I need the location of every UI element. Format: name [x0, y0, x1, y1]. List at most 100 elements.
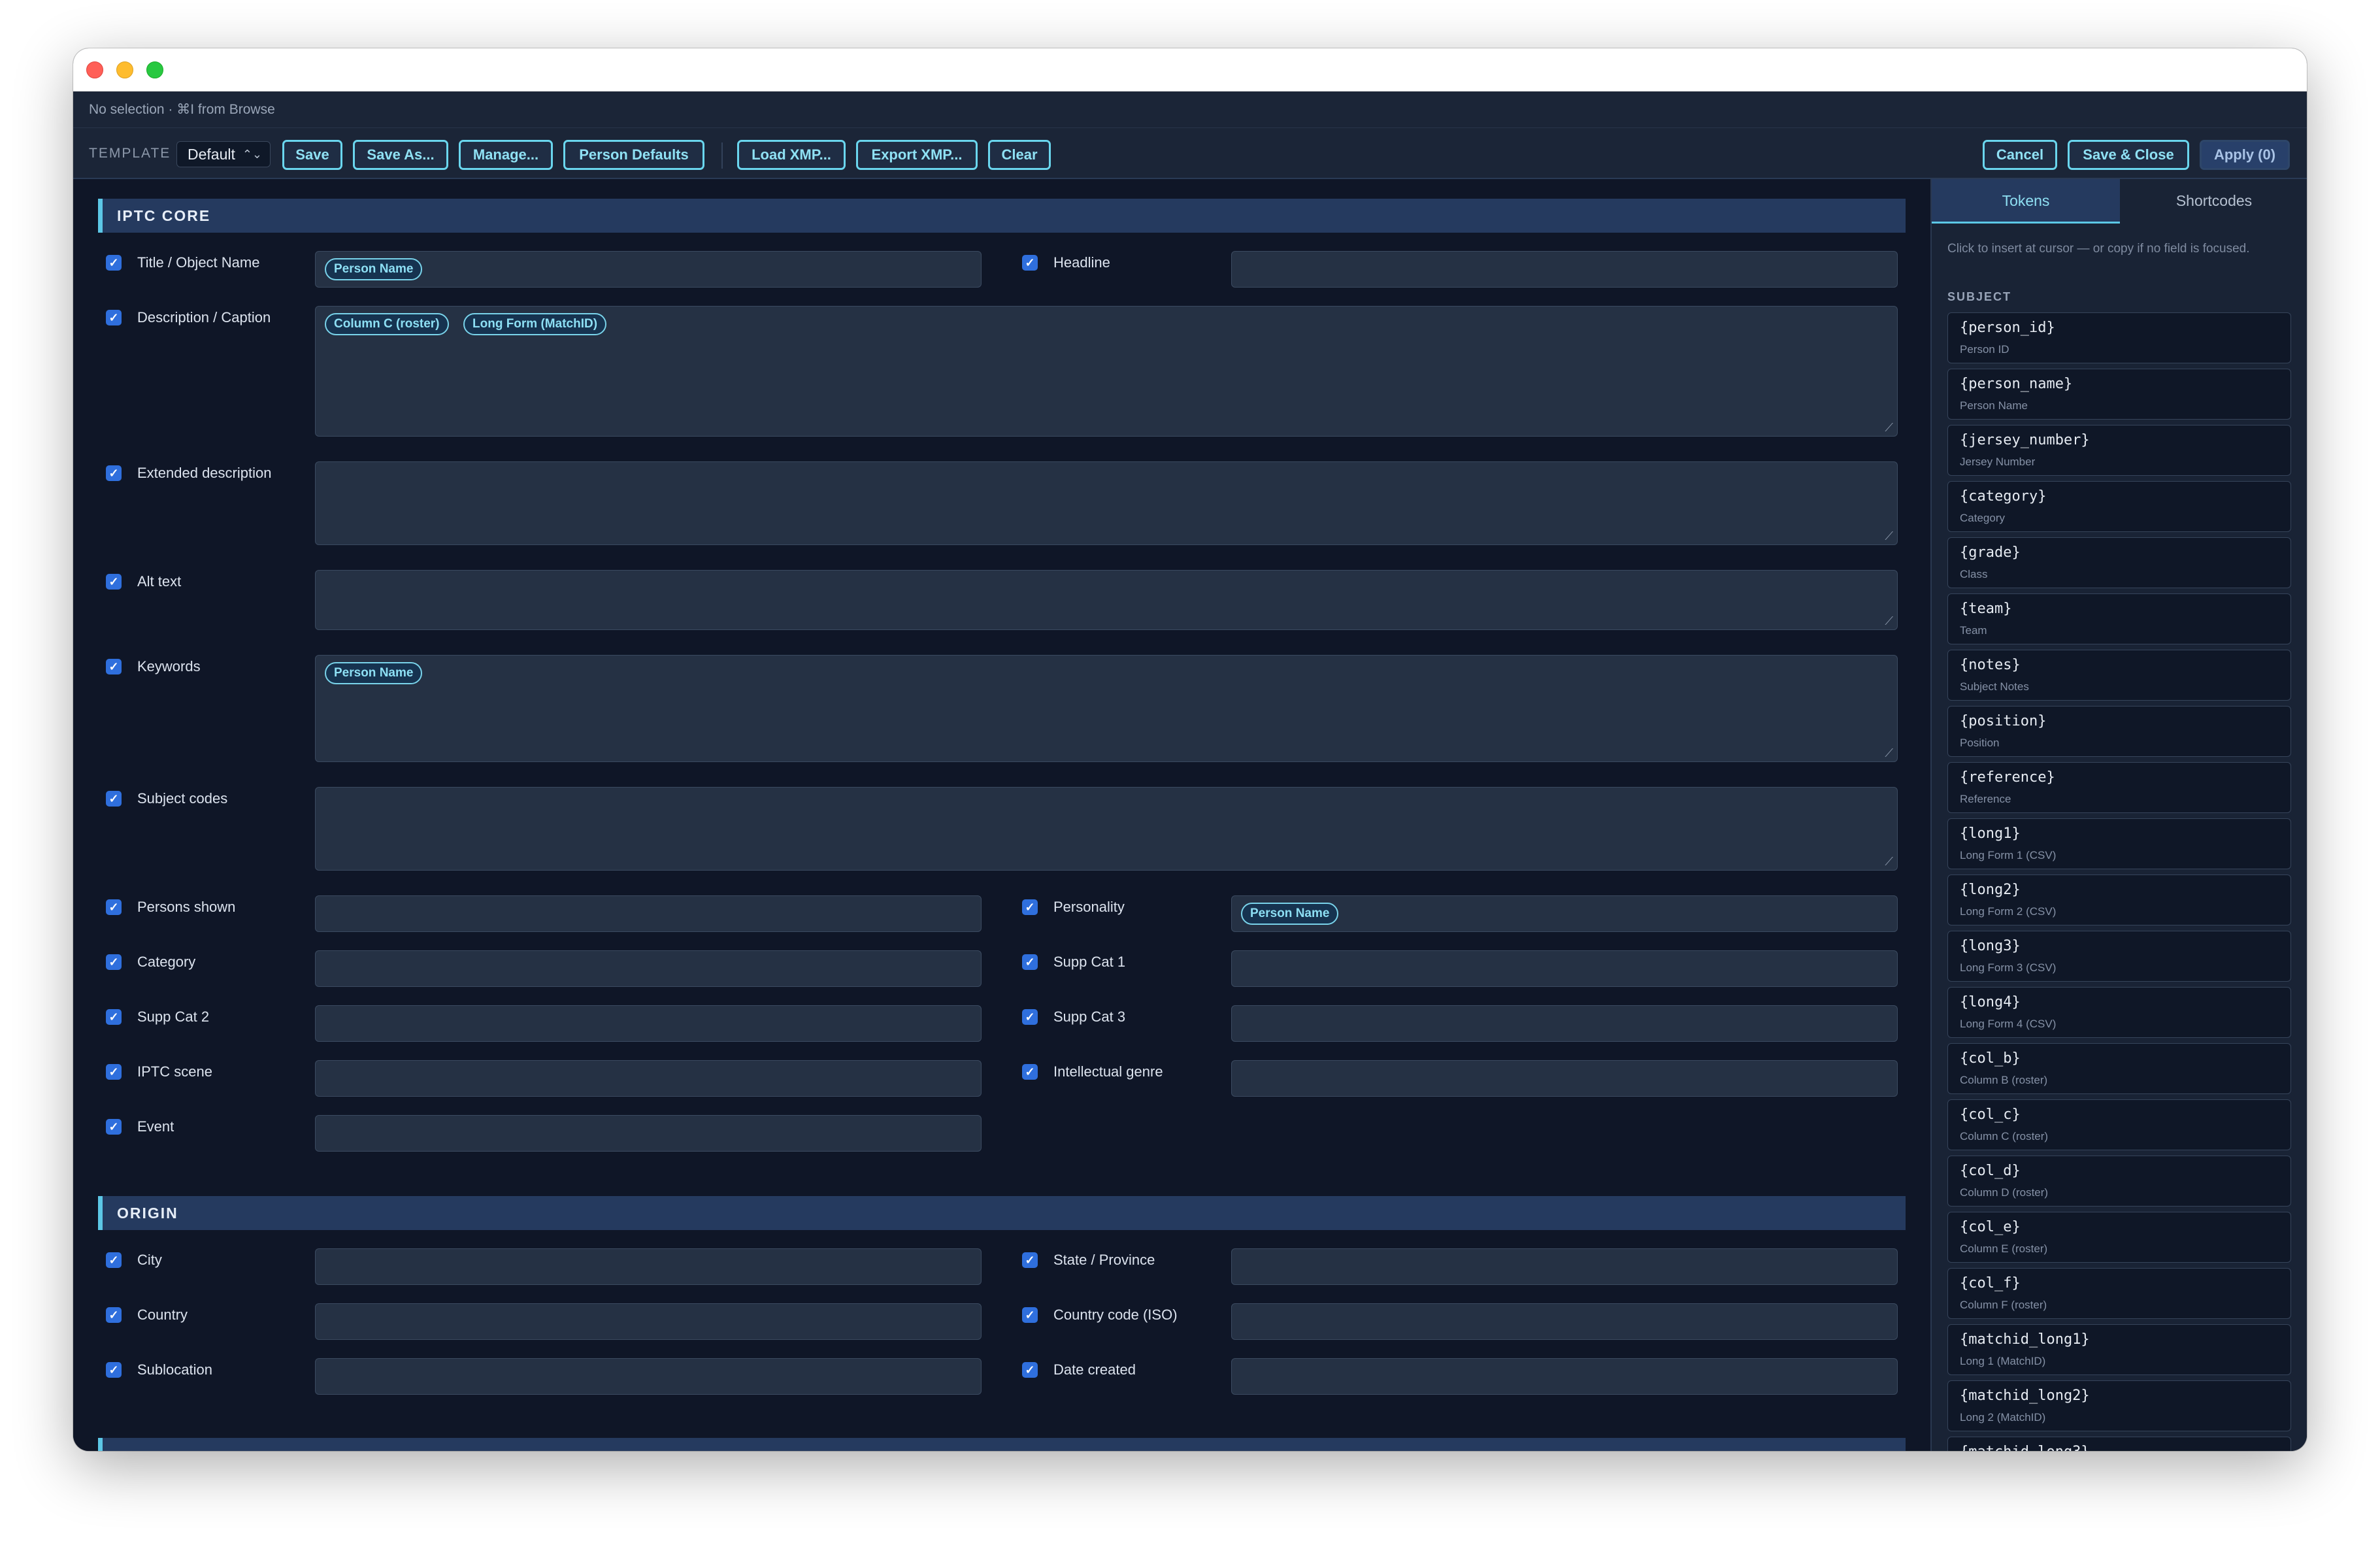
token-item[interactable]: {col_c} Column C (roster)	[1947, 1099, 2291, 1150]
sublocation-field[interactable]	[315, 1358, 982, 1395]
keywords-checkbox[interactable]: ✓	[106, 659, 122, 675]
headline-label: Headline	[1053, 254, 1110, 271]
tab-tokens[interactable]: Tokens	[1932, 179, 2120, 224]
subject-codes-checkbox[interactable]: ✓	[106, 791, 122, 807]
country-checkbox[interactable]: ✓	[106, 1307, 122, 1323]
token-item[interactable]: {team} Team	[1947, 593, 2291, 644]
date-created-label: Date created	[1053, 1361, 1136, 1378]
zoom-window-button[interactable]	[146, 61, 163, 78]
token-item[interactable]: {col_d} Column D (roster)	[1947, 1156, 2291, 1207]
extended-description-checkbox[interactable]: ✓	[106, 465, 122, 481]
alt-text-field[interactable]: ⟋	[315, 570, 1898, 630]
person-defaults-button[interactable]: Person Defaults	[563, 140, 704, 170]
headline-field[interactable]	[1231, 251, 1898, 288]
token-item[interactable]: {long3} Long Form 3 (CSV)	[1947, 931, 2291, 982]
token-item[interactable]: {long1} Long Form 1 (CSV)	[1947, 818, 2291, 869]
country-code-field[interactable]	[1231, 1303, 1898, 1340]
supp-cat-2-checkbox[interactable]: ✓	[106, 1009, 122, 1025]
supp-cat-1-checkbox[interactable]: ✓	[1022, 954, 1038, 970]
date-created-checkbox[interactable]: ✓	[1022, 1362, 1038, 1378]
resize-grip-icon[interactable]: ⟋	[1885, 856, 1893, 867]
token-chip[interactable]: Person Name	[325, 258, 423, 280]
token-description: Jersey Number	[1960, 456, 2036, 468]
token-code: {matchid_long1}	[1960, 1331, 2090, 1348]
token-item[interactable]: {long4} Long Form 4 (CSV)	[1947, 987, 2291, 1038]
token-chip[interactable]: Person Name	[325, 662, 423, 684]
token-item[interactable]: {col_f} Column F (roster)	[1947, 1268, 2291, 1319]
resize-grip-icon[interactable]: ⟋	[1885, 747, 1893, 759]
city-checkbox[interactable]: ✓	[106, 1252, 122, 1268]
manage-button[interactable]: Manage...	[459, 140, 553, 170]
token-item[interactable]: {long2} Long Form 2 (CSV)	[1947, 874, 2291, 925]
token-item[interactable]: {category} Category	[1947, 481, 2291, 532]
personality-checkbox[interactable]: ✓	[1022, 899, 1038, 915]
token-item[interactable]: {jersey_number} Jersey Number	[1947, 425, 2291, 476]
token-chip[interactable]: Person Name	[1241, 903, 1339, 925]
token-item[interactable]: {grade} Class	[1947, 537, 2291, 588]
supp-cat-3-checkbox[interactable]: ✓	[1022, 1009, 1038, 1025]
sublocation-checkbox[interactable]: ✓	[106, 1362, 122, 1378]
city-field[interactable]	[315, 1248, 982, 1285]
intellectual-genre-field[interactable]	[1231, 1060, 1898, 1097]
metadata-form[interactable]: IPTC CORE ✓ Title / Object Name Person N…	[73, 179, 1929, 1451]
cancel-button[interactable]: Cancel	[1983, 140, 2057, 170]
token-item[interactable]: {notes} Subject Notes	[1947, 650, 2291, 701]
description-checkbox[interactable]: ✓	[106, 310, 122, 325]
category-label: Category	[137, 954, 196, 970]
resize-grip-icon[interactable]: ⟋	[1885, 422, 1893, 433]
token-item[interactable]: {matchid_long1} Long 1 (MatchID)	[1947, 1324, 2291, 1375]
resize-grip-icon[interactable]: ⟋	[1885, 615, 1893, 627]
token-chip[interactable]: Column C (roster)	[325, 313, 449, 335]
country-field[interactable]	[315, 1303, 982, 1340]
resize-grip-icon[interactable]: ⟋	[1885, 530, 1893, 542]
date-created-field[interactable]	[1231, 1358, 1898, 1395]
close-window-button[interactable]	[86, 61, 103, 78]
supp-cat-1-field[interactable]	[1231, 950, 1898, 987]
tab-shortcodes[interactable]: Shortcodes	[2120, 179, 2307, 224]
state-checkbox[interactable]: ✓	[1022, 1252, 1038, 1268]
keywords-field[interactable]: Person Name ⟋	[315, 655, 1898, 762]
country-code-checkbox[interactable]: ✓	[1022, 1307, 1038, 1323]
state-field[interactable]	[1231, 1248, 1898, 1285]
save-as-button[interactable]: Save As...	[353, 140, 448, 170]
template-select[interactable]: Default ⌃⌄	[176, 141, 271, 167]
description-field[interactable]: Column C (roster) Long Form (MatchID) ⟋	[315, 306, 1898, 437]
iptc-scene-checkbox[interactable]: ✓	[106, 1064, 122, 1080]
token-item[interactable]: {person_name} Person Name	[1947, 369, 2291, 420]
token-item[interactable]: {person_id} Person ID	[1947, 312, 2291, 363]
personality-label: Personality	[1053, 899, 1125, 915]
save-button[interactable]: Save	[282, 140, 342, 170]
load-xmp-button[interactable]: Load XMP...	[737, 140, 846, 170]
title-field[interactable]: Person Name	[315, 251, 982, 288]
token-item[interactable]: {col_e} Column E (roster)	[1947, 1212, 2291, 1263]
title-checkbox[interactable]: ✓	[106, 255, 122, 271]
token-chip[interactable]: Long Form (MatchID)	[463, 313, 607, 335]
intellectual-genre-checkbox[interactable]: ✓	[1022, 1064, 1038, 1080]
event-field[interactable]	[315, 1115, 982, 1152]
export-xmp-button[interactable]: Export XMP...	[856, 140, 978, 170]
alt-text-checkbox[interactable]: ✓	[106, 574, 122, 590]
category-checkbox[interactable]: ✓	[106, 954, 122, 970]
token-item[interactable]: {col_b} Column B (roster)	[1947, 1043, 2291, 1094]
subject-codes-field[interactable]: ⟋	[315, 787, 1898, 871]
persons-shown-checkbox[interactable]: ✓	[106, 899, 122, 915]
save-and-close-button[interactable]: Save & Close	[2068, 140, 2189, 170]
iptc-scene-field[interactable]	[315, 1060, 982, 1097]
token-item[interactable]: {matchid_long2} Long 2 (MatchID)	[1947, 1380, 2291, 1431]
category-field[interactable]	[315, 950, 982, 987]
supp-cat-3-field[interactable]	[1231, 1005, 1898, 1042]
token-item[interactable]: {matchid_long3}	[1947, 1437, 2291, 1451]
personality-field[interactable]: Person Name	[1231, 895, 1898, 932]
sublocation-label: Sublocation	[137, 1361, 212, 1378]
token-item[interactable]: {reference} Reference	[1947, 762, 2291, 813]
headline-checkbox[interactable]: ✓	[1022, 255, 1038, 271]
clear-button[interactable]: Clear	[988, 140, 1051, 170]
apply-button[interactable]: Apply (0)	[2200, 140, 2290, 170]
token-item[interactable]: {position} Position	[1947, 706, 2291, 757]
persons-shown-field[interactable]	[315, 895, 982, 932]
supp-cat-2-field[interactable]	[315, 1005, 982, 1042]
event-checkbox[interactable]: ✓	[106, 1119, 122, 1135]
token-code: {person_id}	[1960, 320, 2055, 336]
extended-description-field[interactable]: ⟋	[315, 461, 1898, 545]
minimize-window-button[interactable]	[116, 61, 133, 78]
